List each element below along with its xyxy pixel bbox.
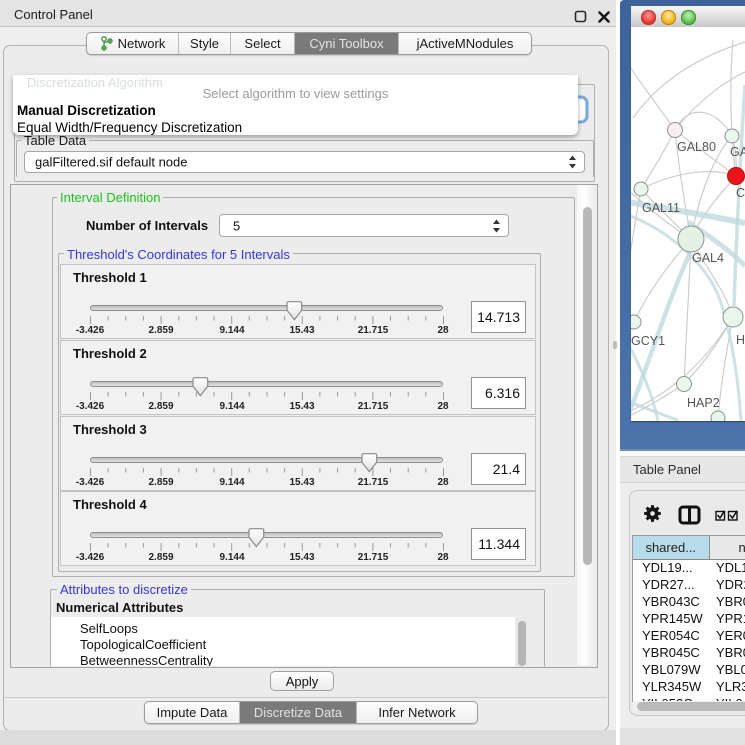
svg-text:GAL4: GAL4 [692,251,724,265]
svg-text:GCY1: GCY1 [631,334,665,348]
svg-text:GAL11: GAL11 [642,201,680,215]
svg-text:GA: GA [730,145,745,159]
svg-text:GAL80: GAL80 [677,140,716,154]
svg-text:C: C [736,186,745,200]
svg-text:H: H [736,333,745,347]
svg-text:HAP2: HAP2 [687,396,720,410]
